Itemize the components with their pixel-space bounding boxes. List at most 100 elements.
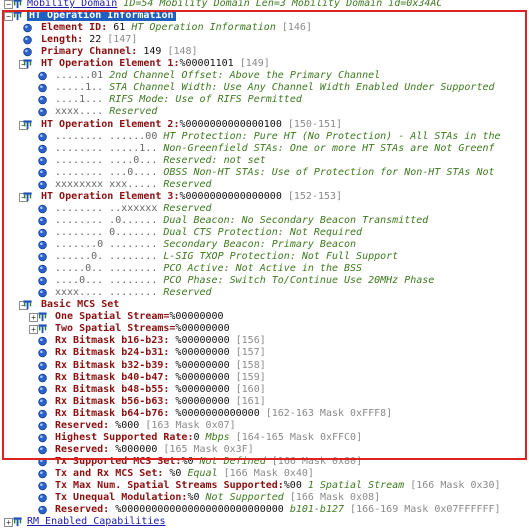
tree-row-e3-b8[interactable]: xxxx.... ........ Reserved: [0, 287, 529, 299]
tree-row-e3-b3[interactable]: ........ 0....... Dual CTS Protection: N…: [0, 227, 529, 239]
byte-offset: [149]: [239, 58, 270, 70]
collapse-icon[interactable]: −: [4, 0, 13, 9]
row-text: Tx Supported MCS Set:%0 Not Defined [166…: [55, 456, 362, 468]
row-text: Tx and Rx MCS Set: %0 Equal [166 Mask 0x…: [55, 468, 314, 480]
tree-row-one-ss[interactable]: + One Spatial Stream=%00000000: [0, 311, 529, 323]
byte-offset: [166-169 Mask 0x07FFFFFF]: [350, 504, 501, 516]
tree-row-ht-op-el-3[interactable]: − HT Operation Element 3:%000000000000000…: [0, 191, 529, 203]
tree-row-length[interactable]: Length: 22 [147]: [0, 34, 529, 46]
tree-row-primary-channel[interactable]: Primary Channel: 149 [148]: [0, 46, 529, 58]
byte-offset: [166 Mask 0x80]: [271, 455, 363, 467]
field-label: Basic MCS Set: [41, 299, 120, 311]
bit-description: RIFS Mode: Use of RIFS Permitted: [109, 94, 302, 106]
field-value: %00000000: [175, 395, 230, 407]
field-description: 1 Spatial Stream: [307, 480, 405, 491]
tree-row-mobility[interactable]: − Mobility Domain ID=54 Mobility Domain L…: [0, 0, 529, 10]
tree-row-e3-b4[interactable]: .......0 ........ Secondary Beacon: Prim…: [0, 239, 529, 251]
field-description: HT Operation Information: [131, 22, 276, 34]
tree-row-rm-enabled[interactable]: + RM Enabled Capabilities: [0, 516, 529, 528]
bit-description: STA Channel Width: Use Any Channel Width…: [109, 82, 495, 94]
row-text: HT Operation Element 3:%0000000000000000…: [41, 191, 342, 203]
field-dot-icon: [38, 469, 47, 479]
bit-pattern: ........ ..xxxxxx: [55, 202, 158, 214]
tree-node-icon: [13, 11, 22, 21]
expand-icon[interactable]: +: [29, 313, 38, 323]
field-description: Not Defined: [199, 455, 266, 467]
tree-row-rx-b16[interactable]: Rx Bitmask b16-b23: %00000000 [156]: [0, 335, 529, 347]
tree-row-ht-op-el-2[interactable]: − HT Operation Element 2:%000000000000010…: [0, 119, 529, 131]
tree-row-rx-b48[interactable]: Rx Bitmask b48-b55: %00000000 [160]: [0, 384, 529, 396]
field-dot-icon: [38, 204, 47, 214]
field-dot-icon: [38, 361, 47, 370]
tree-row-rx-b24[interactable]: Rx Bitmask b24-b31: %00000000 [157]: [0, 347, 529, 359]
bit-description: Reserved: [163, 287, 212, 299]
field-dot-icon: [38, 132, 47, 141]
bit-description: Non-Greenfield STAs: One or more HT STAs…: [163, 142, 495, 154]
field-dot-icon: [38, 445, 47, 455]
expand-icon[interactable]: +: [4, 518, 13, 528]
tree-row-tx-mcs[interactable]: Tx Supported MCS Set:%0 Not Defined [166…: [0, 456, 529, 468]
byte-offset: [150-151]: [287, 118, 343, 130]
field-dot-icon: [38, 96, 47, 105]
tree-row-tx-rx-mcs[interactable]: Tx and Rx MCS Set: %0 Equal [166 Mask 0x…: [0, 468, 529, 480]
field-label: Length:: [41, 34, 84, 46]
row-text: ........ 0....... Dual CTS Protection: N…: [55, 227, 362, 239]
tree-row-e1-b1[interactable]: ......01 2nd Channel Offset: Above the P…: [0, 70, 529, 82]
tree-row-e2-b3[interactable]: ........ ....0... Reserved: not set: [0, 155, 529, 167]
field-dot-icon: [38, 252, 47, 262]
tree-row-rx-b64[interactable]: Rx Bitmask b64-b76: %0000000000000 [162-…: [0, 408, 529, 420]
row-text: Rx Bitmask b48-b55: %00000000 [160]: [55, 384, 266, 396]
field-dot-icon: [38, 168, 47, 177]
field-dot-icon: [38, 349, 47, 358]
tree-row-rx-b40[interactable]: Rx Bitmask b40-b47: %00000000 [159]: [0, 372, 529, 384]
tree-row-e3-b2[interactable]: ........ .0...... Dual Beacon: No Second…: [0, 215, 529, 227]
field-dot-icon: [38, 505, 47, 515]
field-label: Rx Bitmask b56-b63:: [55, 395, 170, 407]
tree-row-e2-b4[interactable]: ........ ...0.... OBSS Non-HT STAs: Use …: [0, 167, 529, 179]
tree-row-rx-b32[interactable]: Rx Bitmask b32-b39: %00000000 [158]: [0, 360, 529, 372]
tree-row-reserved-3[interactable]: Reserved: %000000000000000000000000000 b…: [0, 504, 529, 516]
field-dot-icon: [23, 23, 32, 33]
tree-row-e3-b7[interactable]: ....0... ........ PCO Phase: Switch To/C…: [0, 275, 529, 287]
field-value: %00: [283, 480, 302, 491]
byte-offset: [163 Mask 0x07]: [145, 419, 236, 431]
tree-row-two-ss[interactable]: + Two Spatial Streams=%00000000: [0, 323, 529, 335]
field-description: Mbps: [205, 431, 230, 443]
tree-row-highest-rate[interactable]: Highest Supported Rate:0 Mbps [164-165 M…: [0, 432, 529, 444]
tree-row-element-id[interactable]: Element ID: 61 HT Operation Information …: [0, 22, 529, 34]
byte-offset: [160]: [235, 383, 266, 395]
tree-row-e2-b5[interactable]: xxxxxxxx xxx..... Reserved: [0, 179, 529, 191]
row-text: Rx Bitmask b32-b39: %00000000 [158]: [55, 360, 266, 372]
tree-node-icon: [23, 192, 32, 201]
tree-row-ht-op-el-1[interactable]: − HT Operation Element 1:%00001101 [149]: [0, 58, 529, 70]
tree-row-tx-unequal[interactable]: Tx Unequal Modulation:%0 Not Supported […: [0, 492, 529, 504]
bit-pattern: .....1..: [55, 82, 104, 94]
row-text: Primary Channel: 149 [148]: [41, 46, 198, 58]
expand-icon[interactable]: +: [29, 325, 38, 335]
tree-row-e1-b4[interactable]: xxxx.... Reserved: [0, 106, 529, 118]
tree-row-e2-b2[interactable]: ........ .....1.. Non-Greenfield STAs: O…: [0, 143, 529, 155]
collapse-icon[interactable]: −: [4, 12, 13, 22]
tree-row-e3-b1[interactable]: ........ ..xxxxxx Reserved: [0, 203, 529, 215]
tree-node-icon: [23, 300, 32, 310]
row-text: .......0 ........ Secondary Beacon: Prim…: [55, 239, 356, 251]
tree-node-icon: [13, 517, 22, 527]
row-text: Reserved: %000000 [165 Mask 0x3F]: [55, 444, 254, 456]
field-dot-icon: [38, 397, 47, 406]
tree-row-e1-b3[interactable]: ....1... RIFS Mode: Use of RIFS Permitte…: [0, 94, 529, 106]
tree-row-ht-op-info[interactable]: − HT Operation Information: [0, 10, 529, 22]
tree-row-e2-b1[interactable]: ........ ......00 HT Protection: Pure HT…: [0, 131, 529, 143]
tree-row-reserved-2[interactable]: Reserved: %000000 [165 Mask 0x3F]: [0, 444, 529, 456]
tree-row-reserved-1[interactable]: Reserved: %000 [163 Mask 0x07]: [0, 420, 529, 432]
tree-row-rx-b56[interactable]: Rx Bitmask b56-b63: %00000000 [161]: [0, 396, 529, 408]
field-description: b101-b127: [289, 504, 345, 516]
tree-row-e3-b6[interactable]: .....0.. ........ PCO Active: Not Active…: [0, 263, 529, 275]
field-dot-icon: [38, 457, 47, 467]
tree-row-e3-b5[interactable]: ......0. ........ L-SIG TXOP Protection:…: [0, 251, 529, 263]
bit-description: L-SIG TXOP Protection: Not Full Support: [163, 251, 399, 263]
tree-row-basic-mcs[interactable]: − Basic MCS Set: [0, 299, 529, 311]
field-label: Tx Supported MCS Set:: [55, 455, 182, 467]
field-dot-icon: [38, 421, 47, 431]
tree-row-e1-b2[interactable]: .....1.. STA Channel Width: Use Any Chan…: [0, 82, 529, 94]
tree-row-tx-max-ss[interactable]: Tx Max Num. Spatial Streams Supported:%0…: [0, 480, 529, 492]
